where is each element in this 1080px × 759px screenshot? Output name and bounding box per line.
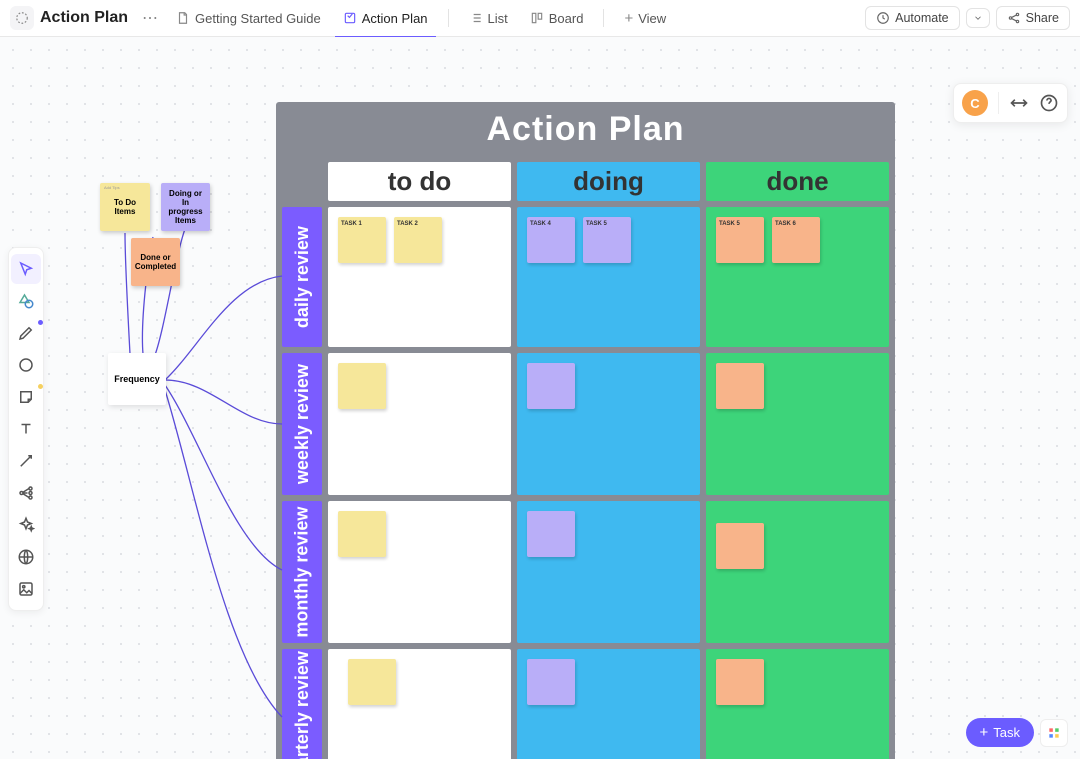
row-quarterly: quarterly review (282, 649, 889, 759)
tab-board[interactable]: Board (522, 0, 592, 37)
cell-monthly-doing[interactable] (517, 501, 700, 643)
whiteboard-canvas[interactable]: C Add Tips To Do Items Doing or In progr… (0, 37, 1080, 759)
sticky-blank[interactable] (348, 659, 396, 705)
cell-monthly-todo[interactable] (328, 501, 511, 643)
circle-tool-icon[interactable] (11, 350, 41, 380)
automate-dropdown[interactable] (966, 8, 990, 28)
more-options-icon[interactable]: ⋯ (138, 8, 162, 28)
automate-label: Automate (895, 11, 949, 25)
sticky-blank[interactable] (527, 511, 575, 557)
column-header-doing: doing (517, 162, 700, 201)
legend-label: Doing or In progress Items (165, 189, 206, 226)
task-label: Task (993, 725, 1020, 740)
sticky-blank[interactable] (338, 511, 386, 557)
tab-label: Board (549, 11, 584, 26)
sticky-task[interactable]: TASK 5 (716, 217, 764, 263)
sticky-task[interactable]: TASK 2 (394, 217, 442, 263)
new-task-button[interactable]: + Task (966, 718, 1035, 747)
sticky-task[interactable]: TASK 6 (772, 217, 820, 263)
frequency-label: Frequency (114, 374, 160, 384)
whiteboard-icon[interactable] (10, 6, 34, 30)
row-label-daily: daily review (282, 207, 322, 347)
frequency-node[interactable]: Frequency (108, 353, 166, 405)
sticky-blank[interactable] (716, 523, 764, 569)
text-tool-icon[interactable] (11, 414, 41, 444)
pen-tool-icon[interactable] (11, 318, 41, 348)
board-title: Action Plan (276, 102, 895, 156)
sticky-blank[interactable] (527, 659, 575, 705)
sticky-blank[interactable] (338, 363, 386, 409)
sticky-blank[interactable] (527, 363, 575, 409)
cell-weekly-todo[interactable] (328, 353, 511, 495)
cell-daily-todo[interactable]: TASK 1 TASK 2 (328, 207, 511, 347)
automate-button[interactable]: Automate (865, 6, 960, 30)
cell-daily-doing[interactable]: TASK 4 TASK 5 (517, 207, 700, 347)
mindmap-tool-icon[interactable] (11, 478, 41, 508)
cell-monthly-done[interactable] (706, 501, 889, 643)
legend-label: Done or Completed (135, 253, 176, 271)
tab-label: Action Plan (362, 11, 428, 26)
apps-button[interactable] (1040, 719, 1068, 747)
legend-note-done[interactable]: Done or Completed (131, 238, 180, 286)
page-title[interactable]: Action Plan (40, 9, 128, 27)
cell-weekly-doing[interactable] (517, 353, 700, 495)
row-weekly: weekly review (282, 353, 889, 495)
cell-daily-done[interactable]: TASK 5 TASK 6 (706, 207, 889, 347)
separator (603, 9, 604, 27)
sticky-blank[interactable] (716, 363, 764, 409)
sticky-task[interactable]: TASK 1 (338, 217, 386, 263)
cell-weekly-done[interactable] (706, 353, 889, 495)
column-header-todo: to do (328, 162, 511, 201)
tab-action-plan[interactable]: Action Plan (335, 0, 436, 37)
cell-quarterly-done[interactable] (706, 649, 889, 759)
drawing-toolbar (8, 247, 44, 611)
action-plan-board[interactable]: Action Plan to do doing done daily revie… (276, 102, 895, 759)
row-daily: daily review TASK 1 TASK 2 TASK 4 TASK 5… (282, 207, 889, 347)
avatar[interactable]: C (962, 90, 988, 116)
sticky-task[interactable]: TASK 4 (527, 217, 575, 263)
row-label-weekly: weekly review (282, 353, 322, 495)
row-label-quarterly: quarterly review (282, 649, 322, 759)
sticky-note-tool-icon[interactable] (11, 382, 41, 412)
ai-tool-icon[interactable] (11, 510, 41, 540)
share-button[interactable]: Share (996, 6, 1070, 30)
image-tool-icon[interactable] (11, 574, 41, 604)
tab-label: Getting Started Guide (195, 11, 321, 26)
web-tool-icon[interactable] (11, 542, 41, 572)
select-tool-icon[interactable] (11, 254, 41, 284)
top-toolbar: Action Plan ⋯ Getting Started Guide Acti… (0, 0, 1080, 37)
sticky-task[interactable]: TASK 5 (583, 217, 631, 263)
sticky-blank[interactable] (716, 659, 764, 705)
cell-quarterly-doing[interactable] (517, 649, 700, 759)
cell-quarterly-todo[interactable] (328, 649, 511, 759)
column-header-done: done (706, 162, 889, 201)
tab-list[interactable]: List (461, 0, 516, 37)
tab-getting-started[interactable]: Getting Started Guide (168, 0, 329, 37)
shapes-tool-icon[interactable] (11, 286, 41, 316)
row-label-monthly: monthly review (282, 501, 322, 643)
help-icon[interactable] (1039, 93, 1059, 113)
add-view-button[interactable]: + View (616, 0, 674, 37)
fit-width-icon[interactable] (1009, 93, 1029, 113)
share-label: Share (1026, 11, 1059, 25)
collaborator-panel: C (953, 83, 1068, 123)
tab-label: List (488, 11, 508, 26)
legend-note-todo[interactable]: Add Tips To Do Items (100, 183, 150, 231)
separator (448, 9, 449, 27)
legend-note-doing[interactable]: Doing or In progress Items (161, 183, 210, 231)
row-monthly: monthly review (282, 501, 889, 643)
legend-label: To Do Items (104, 198, 146, 216)
connector-tool-icon[interactable] (11, 446, 41, 476)
tab-label: View (638, 11, 666, 26)
